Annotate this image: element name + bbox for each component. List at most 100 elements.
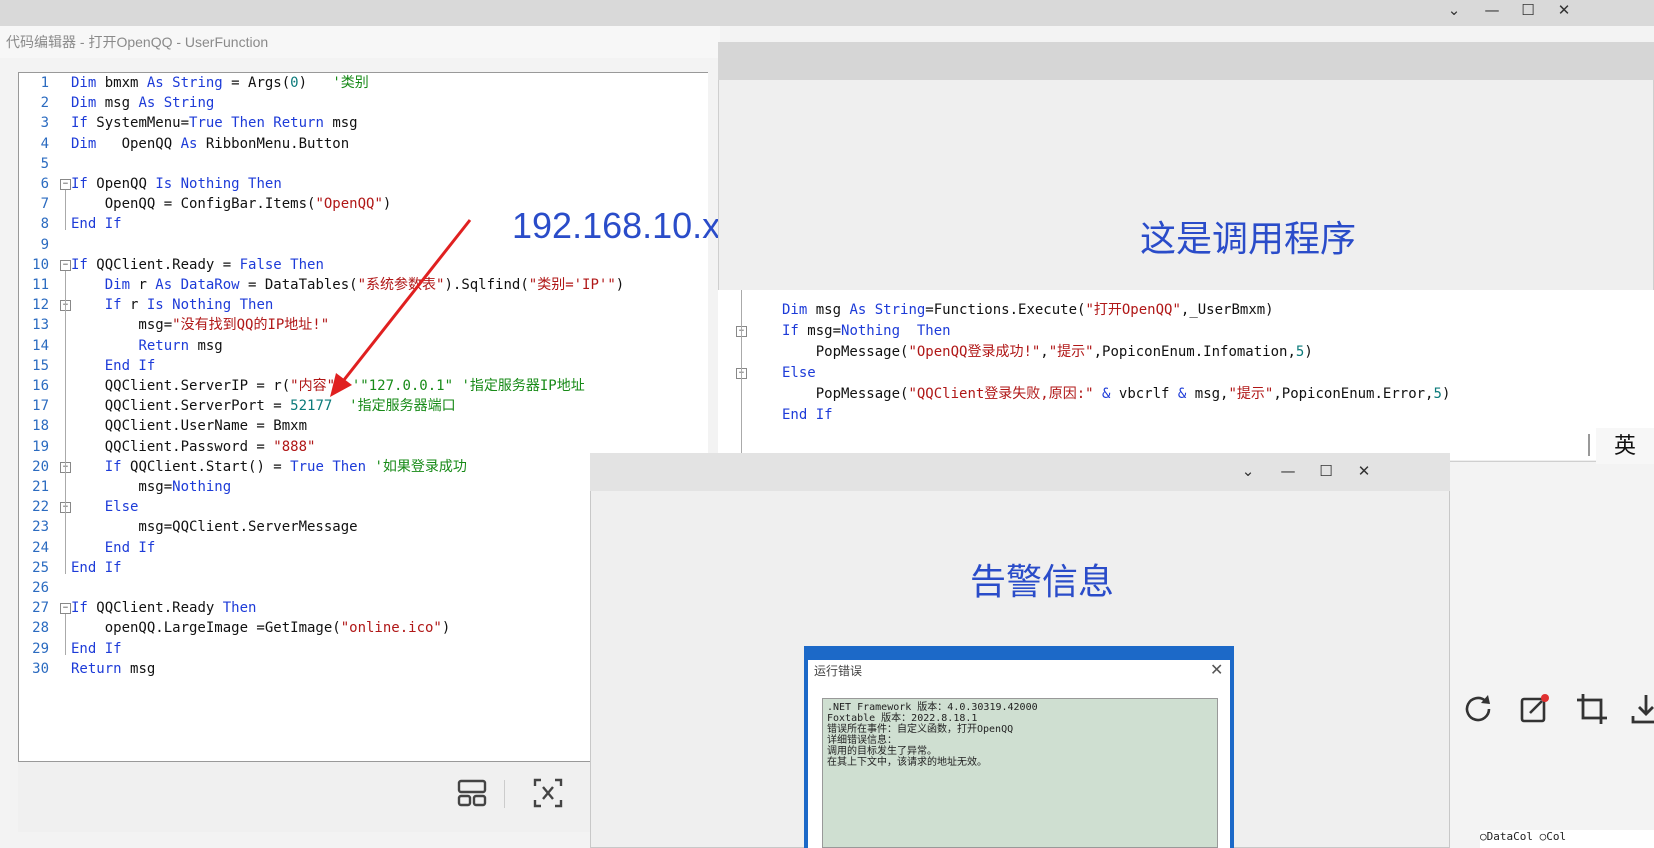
error-line: 在其上下文中，该请求的地址无效。 — [827, 757, 987, 768]
code-line[interactable]: 28 openQQ.LargeImage =GetImage("online.i… — [19, 618, 450, 639]
line-number: 15 — [32, 357, 49, 374]
code-text: msg=Nothing — [71, 479, 232, 495]
fold-guide — [65, 311, 66, 372]
maximize-button[interactable]: ☐ — [1508, 0, 1548, 22]
code-line[interactable]: 21 msg=Nothing — [19, 477, 231, 498]
caller-title: 这是调用程序 — [1140, 218, 1357, 259]
code-text: If r Is Nothing Then — [104, 297, 274, 314]
fold-toggle[interactable]: − — [60, 603, 71, 615]
line-number: 23 — [32, 519, 49, 536]
code-line[interactable]: 30 Return msg — [19, 659, 155, 680]
caller-code[interactable]: Dim msg As String=Functions.Execute("打开O… — [718, 290, 1654, 460]
outer-window-titlebar: ⌄ — ☐ ✕ — [0, 0, 1654, 26]
code-text: End If — [104, 539, 156, 556]
code-line[interactable]: 23 msg=QQClient.ServerMessage — [19, 517, 357, 538]
line-number: 18 — [32, 418, 49, 435]
line-number: 14 — [32, 337, 49, 354]
line-number: 26 — [32, 580, 49, 596]
line-number: 29 — [32, 640, 49, 657]
code-line[interactable]: 20 If QQClient.Start() = True Then '如果登录… — [19, 457, 467, 478]
edit-icon[interactable] — [1515, 692, 1555, 732]
code-line[interactable]: 2 Dim msg As String — [19, 93, 215, 114]
crop-icon[interactable] — [1572, 692, 1612, 732]
code-line[interactable]: If msg=Nothing Then — [782, 321, 951, 342]
code-text: End If — [71, 640, 122, 657]
code-line[interactable]: 4 Dim OpenQQ As RibbonMenu.Button — [19, 134, 350, 155]
error-line: Foxtable 版本：2022.8.18.1 — [827, 713, 978, 724]
layout-icon[interactable] — [452, 777, 492, 817]
code-line[interactable]: 15 End If — [19, 356, 155, 377]
chevron-down-icon[interactable]: ⌄ — [1434, 0, 1474, 22]
code-text: msg="没有找到QQ的IP地址!" — [71, 317, 330, 334]
code-text: Return msg — [138, 337, 223, 354]
code-text: If QQClient.Start() = True Then '如果登录成功 — [104, 458, 467, 475]
code-line[interactable]: 6 If OpenQQ Is Nothing Then — [19, 174, 282, 195]
close-button[interactable]: ✕ — [1544, 0, 1584, 22]
line-number: 27 — [32, 600, 49, 617]
fold-guide — [741, 290, 742, 460]
chevron-down-icon[interactable]: ⌄ — [1228, 461, 1268, 483]
code-line[interactable]: PopMessage("OpenQQ登录成功!","提示",PopiconEnu… — [782, 342, 1313, 363]
code-text: If QQClient.Ready = False Then — [71, 256, 324, 273]
code-line[interactable]: 12 If r Is Nothing Then — [19, 295, 273, 316]
rotate-icon[interactable] — [1458, 692, 1498, 732]
annotation-arrow — [330, 219, 472, 397]
code-line[interactable]: 9 — [19, 235, 71, 256]
code-line[interactable]: 26 — [19, 578, 71, 599]
line-number: 16 — [32, 378, 49, 394]
code-line[interactable]: 1 Dim bmxm As String = Args(0) '类别 — [19, 73, 369, 94]
code-line[interactable]: 25 End If — [19, 558, 121, 579]
line-number: 19 — [32, 438, 49, 455]
fold-toggle[interactable]: − — [60, 259, 71, 271]
fold-guide — [65, 614, 66, 655]
fold-guide — [65, 472, 66, 554]
line-number: 24 — [32, 539, 49, 556]
download-icon[interactable] — [1626, 692, 1654, 732]
code-text: If OpenQQ Is Nothing Then — [71, 176, 282, 192]
code-text: If QQClient.Ready Then — [71, 600, 257, 617]
code-line[interactable]: 18 QQClient.UserName = Bmxm — [19, 416, 307, 437]
code-text: End If — [71, 216, 122, 233]
line-number: 25 — [32, 559, 49, 576]
code-line[interactable]: 24 End If — [19, 538, 155, 559]
fold-toggle[interactable]: − — [60, 179, 71, 190]
line-number: 12 — [32, 297, 49, 314]
alarm-title: 告警信息 — [970, 561, 1115, 602]
text-select-icon[interactable] — [528, 777, 568, 817]
minimize-button[interactable]: — — [1268, 461, 1308, 483]
line-number: 10 — [32, 256, 49, 273]
line-number: 4 — [40, 135, 49, 152]
line-number: 1 — [40, 75, 49, 91]
code-line[interactable]: 7 OpenQQ = ConfigBar.Items("OpenQQ") — [19, 194, 392, 215]
alarm-window-titlebar: ⌄ — ☐ ✕ — [590, 453, 1450, 491]
close-button[interactable]: ✕ — [1344, 461, 1384, 483]
code-line[interactable]: Else — [782, 363, 816, 384]
code-line[interactable]: 3 If SystemMenu=True Then Return msg — [19, 113, 358, 134]
line-number: 21 — [32, 479, 49, 495]
close-icon[interactable]: ✕ — [1210, 660, 1223, 680]
minimize-button[interactable]: — — [1472, 0, 1512, 22]
code-line[interactable]: End If — [782, 405, 833, 426]
code-line[interactable]: PopMessage("QQClient登录失败,原因:" & vbcrlf &… — [782, 384, 1451, 405]
code-line[interactable]: 22 Else — [19, 497, 138, 518]
line-number: 6 — [40, 176, 49, 192]
code-line[interactable]: 19 QQClient.Password = "888" — [19, 437, 315, 458]
code-line[interactable]: 29 End If — [19, 639, 122, 660]
code-line[interactable]: Dim msg As String=Functions.Execute("打开O… — [782, 300, 1274, 321]
code-line[interactable]: 14 Return msg — [19, 336, 223, 357]
ime-divider — [1588, 434, 1590, 456]
ime-indicator[interactable]: 英 — [1596, 428, 1654, 464]
code-line[interactable]: 8 End If — [19, 214, 122, 235]
code-text: Return msg — [71, 660, 156, 677]
code-text: Dim bmxm As String = Args(0) '类别 — [71, 75, 369, 91]
code-line[interactable]: 5 — [19, 154, 71, 175]
line-number: 2 — [40, 95, 49, 112]
caller-window-header — [718, 42, 1654, 80]
error-line: .NET Framework 版本：4.0.30319.42000 — [827, 702, 1038, 713]
line-number: 5 — [40, 155, 49, 172]
error-dialog-title: 运行错误 — [814, 664, 863, 678]
code-text: QQClient.UserName = Bmxm — [71, 418, 308, 435]
code-line[interactable]: 27 If QQClient.Ready Then — [19, 598, 256, 619]
line-number: 30 — [32, 660, 49, 677]
maximize-button[interactable]: ☐ — [1306, 461, 1346, 483]
